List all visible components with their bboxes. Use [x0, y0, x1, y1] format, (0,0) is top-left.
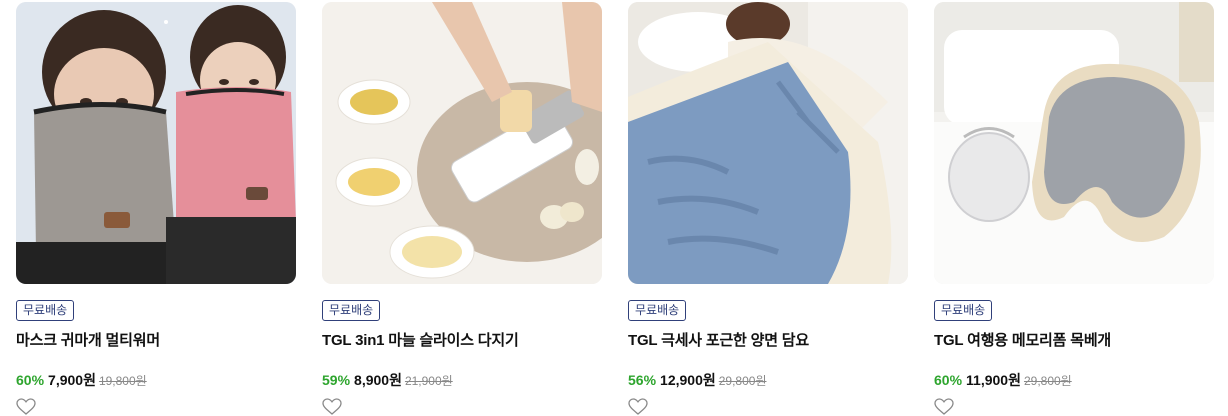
- original-price: 21,900원: [404, 374, 453, 388]
- heart-outline-icon[interactable]: [16, 398, 36, 416]
- heart-outline-icon[interactable]: [628, 398, 648, 416]
- original-price: 29,800원: [1023, 374, 1072, 388]
- product-image-garlic-slicer[interactable]: [322, 2, 602, 284]
- original-price: 19,800원: [98, 374, 147, 388]
- product-card-garlic-slicer[interactable]: 무료배송 TGL 3in1 마늘 슬라이스 다지기 59% 8,900원 21,90…: [322, 2, 604, 416]
- free-shipping-badge: 무료배송: [628, 300, 687, 321]
- product-image-fleece-blanket[interactable]: [628, 2, 908, 284]
- price-row: 59% 8,900원 21,900원: [322, 370, 453, 390]
- product-card-mask-warmer[interactable]: 무료배송 마스크 귀마개 멀티워머 60% 7,900원 19,800원: [16, 2, 298, 416]
- product-card-neck-pillow[interactable]: 무료배송 TGL 여행용 메모리폼 목베개 60% 11,900원 29,800원: [934, 2, 1216, 416]
- discount-rate: 60%: [934, 372, 963, 388]
- sale-price: 8,900원: [354, 372, 402, 388]
- product-image-neck-pillow[interactable]: [934, 2, 1214, 284]
- sale-price: 12,900원: [660, 372, 716, 388]
- price-row: 60% 7,900원 19,800원: [16, 370, 147, 390]
- product-image-mask-warmer[interactable]: [16, 2, 296, 284]
- heart-outline-icon[interactable]: [934, 398, 954, 416]
- discount-rate: 60%: [16, 372, 45, 388]
- price-row: 60% 11,900원 29,800원: [934, 370, 1072, 390]
- product-title[interactable]: 마스크 귀마개 멀티워머: [16, 329, 160, 350]
- discount-rate: 56%: [628, 372, 657, 388]
- sale-price: 11,900원: [966, 372, 1021, 388]
- free-shipping-badge: 무료배송: [16, 300, 75, 321]
- product-card-fleece-blanket[interactable]: 무료배송 TGL 극세사 포근한 양면 담요 56% 12,900원 29,800원: [628, 2, 910, 416]
- price-row: 56% 12,900원 29,800원: [628, 370, 766, 390]
- discount-rate: 59%: [322, 372, 351, 388]
- product-title[interactable]: TGL 3in1 마늘 슬라이스 다지기: [322, 329, 519, 350]
- heart-outline-icon[interactable]: [322, 398, 342, 416]
- free-shipping-badge: 무료배송: [934, 300, 993, 321]
- free-shipping-badge: 무료배송: [322, 300, 381, 321]
- sale-price: 7,900원: [48, 372, 96, 388]
- product-title[interactable]: TGL 여행용 메모리폼 목베개: [934, 329, 1111, 350]
- product-title[interactable]: TGL 극세사 포근한 양면 담요: [628, 329, 809, 350]
- original-price: 29,800원: [718, 374, 767, 388]
